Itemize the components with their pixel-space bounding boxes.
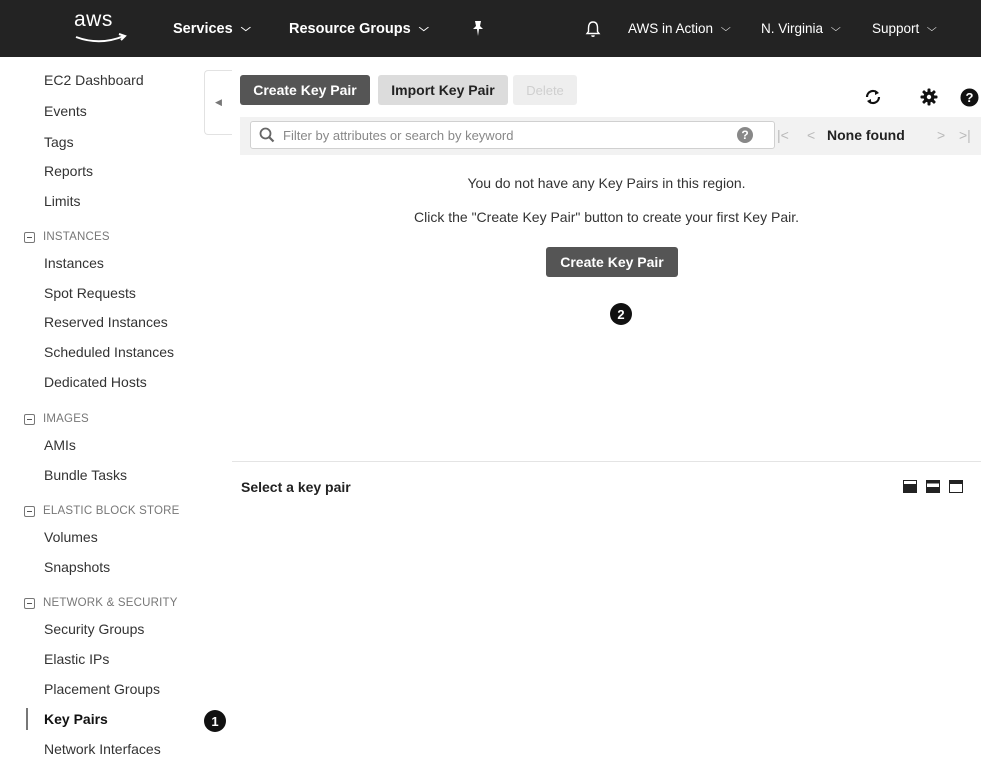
prev-page-icon[interactable]: < [807,127,815,143]
region-menu[interactable]: N. Virginia ⌵ [761,0,841,57]
region-label: N. Virginia [761,21,824,36]
support-label: Support [872,21,920,36]
resource-groups-menu[interactable]: Resource Groups ⌵ [289,0,429,57]
svg-text:?: ? [965,90,973,105]
support-menu[interactable]: Support ⌵ [872,0,938,57]
sidebar-item-bundle-tasks[interactable]: Bundle Tasks [44,467,127,483]
sidebar-item-elastic-ips[interactable]: Elastic IPs [44,651,109,667]
details-pane: Select a key pair [232,461,981,762]
top-nav-bar: aws Services ⌵ Resource Groups ⌵ AWS in … [0,0,981,57]
refresh-icon[interactable] [862,86,884,108]
layout-split-icon[interactable] [926,480,940,493]
bell-icon[interactable] [585,0,601,57]
sidebar-item-reports[interactable]: Reports [44,163,93,179]
layout-top-icon[interactable] [949,480,963,493]
sidebar-item-snapshots[interactable]: Snapshots [44,559,110,575]
main-content: Create Key Pair Import Key Pair Delete ?… [232,57,981,762]
pin-icon[interactable] [471,0,485,57]
sidebar-collapse-toggle[interactable]: ◀ [204,70,232,135]
aws-logo[interactable]: aws [70,6,134,48]
section-instances[interactable]: INSTANCES [24,231,110,243]
chevron-down-icon: ⌵ [830,23,841,34]
sidebar-item-volumes[interactable]: Volumes [44,529,98,545]
sidebar-item-spot-requests[interactable]: Spot Requests [44,285,136,301]
sidebar-item-key-pairs[interactable]: Key Pairs [44,711,108,727]
filter-help-icon[interactable]: ? [736,126,754,144]
chevron-down-icon: ⌵ [240,23,251,34]
gear-icon[interactable] [918,86,940,108]
sidebar-item-ec2-dashboard[interactable]: EC2 Dashboard [44,72,144,88]
callout-badge-1: 1 [204,710,226,732]
account-label: AWS in Action [628,21,714,36]
search-input[interactable] [283,126,753,145]
sidebar-item-placement-groups[interactable]: Placement Groups [44,681,160,697]
next-page-icon[interactable]: > [937,127,945,143]
services-label: Services [173,20,233,37]
action-toolbar: Create Key Pair Import Key Pair Delete ? [232,57,981,117]
sidebar: EC2 Dashboard Events Tags Reports Limits… [0,57,232,762]
collapse-icon [24,231,35,243]
chevron-down-icon: ⌵ [720,23,731,34]
section-network-security[interactable]: NETWORK & SECURITY [24,597,178,609]
section-title: INSTANCES [43,231,110,243]
pagination-status: None found [827,127,905,143]
chevron-left-icon: ◀ [215,97,222,107]
empty-state-hint: Click the "Create Key Pair" button to cr… [414,209,799,225]
create-key-pair-center-button[interactable]: Create Key Pair [546,247,678,277]
callout-badge-2: 2 [610,303,632,325]
first-page-icon[interactable]: |< [777,127,789,143]
aws-smile-icon [75,33,127,43]
sidebar-item-dedicated-hosts[interactable]: Dedicated Hosts [44,374,147,390]
section-elastic-block-store[interactable]: ELASTIC BLOCK STORE [24,505,180,517]
collapse-icon [24,413,35,425]
sidebar-item-reserved-instances[interactable]: Reserved Instances [44,314,168,330]
sidebar-item-instances[interactable]: Instances [44,255,104,271]
account-menu[interactable]: AWS in Action ⌵ [628,0,731,57]
collapse-icon [24,597,35,609]
collapse-icon [24,505,35,517]
section-images[interactable]: IMAGES [24,413,89,425]
sidebar-item-network-interfaces[interactable]: Network Interfaces [44,741,161,757]
svg-text:?: ? [741,128,748,142]
help-icon[interactable]: ? [958,86,980,108]
chevron-down-icon: ⌵ [418,23,429,34]
active-indicator [26,708,28,730]
sidebar-item-scheduled-instances[interactable]: Scheduled Instances [44,344,174,360]
section-title: IMAGES [43,413,89,425]
details-pane-title: Select a key pair [241,479,351,495]
layout-bottom-icon[interactable] [903,480,917,493]
sidebar-item-amis[interactable]: AMIs [44,437,76,453]
last-page-icon[interactable]: >| [959,127,971,143]
section-title: NETWORK & SECURITY [43,597,178,609]
resource-groups-label: Resource Groups [289,20,411,37]
services-menu[interactable]: Services ⌵ [173,0,251,57]
filter-bar: ? |< < None found > >| [240,117,981,155]
section-title: ELASTIC BLOCK STORE [43,505,180,517]
import-key-pair-button[interactable]: Import Key Pair [378,75,508,105]
sidebar-item-events[interactable]: Events [44,103,87,119]
sidebar-item-security-groups[interactable]: Security Groups [44,621,144,637]
sidebar-item-limits[interactable]: Limits [44,193,81,209]
chevron-down-icon: ⌵ [927,23,938,34]
empty-state-message: You do not have any Key Pairs in this re… [467,175,746,191]
search-box [250,121,775,149]
delete-button[interactable]: Delete [513,75,577,105]
sidebar-item-tags[interactable]: Tags [44,134,74,150]
search-icon [259,127,275,143]
create-key-pair-button[interactable]: Create Key Pair [240,75,370,105]
